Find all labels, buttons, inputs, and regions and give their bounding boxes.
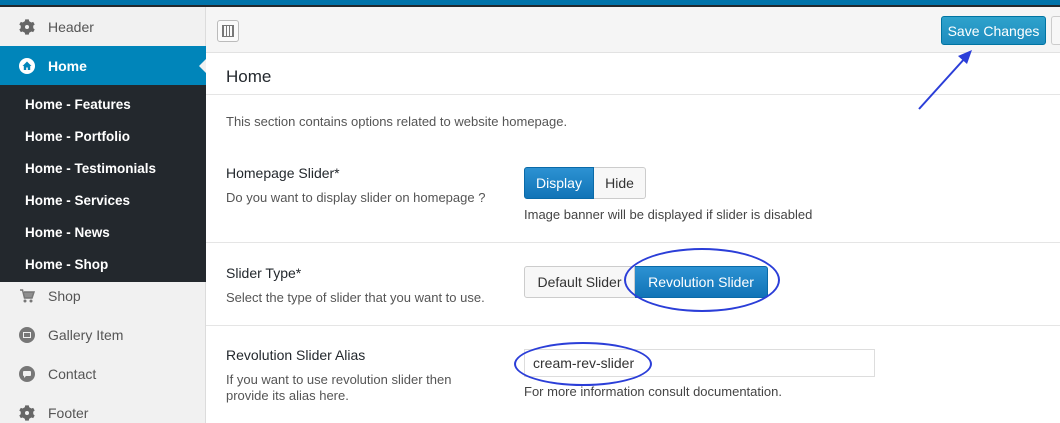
submenu-item-home-testimonials[interactable]: Home - Testimonials [0, 153, 206, 185]
sidebar-item-label: Contact [48, 365, 97, 382]
default-slider-button[interactable]: Default Slider [524, 266, 635, 298]
divider [206, 242, 1060, 243]
homepage-slider-help: Image banner will be displayed if slider… [524, 207, 813, 222]
sidebar-item-contact[interactable]: Contact [0, 354, 206, 393]
option-desc-homepage-slider: Do you want to display slider on homepag… [226, 190, 486, 205]
gear-icon [18, 404, 36, 422]
submenu-item-home-features[interactable]: Home - Features [0, 89, 206, 121]
sidebar-item-label: Gallery Item [48, 326, 124, 343]
sidebar-item-header[interactable]: Header [0, 7, 206, 46]
homepage-slider-toggle: Display Hide [524, 167, 646, 199]
sidebar-item-footer[interactable]: Footer [0, 393, 206, 423]
cart-icon [18, 287, 36, 305]
sidebar-item-shop[interactable]: Shop [0, 276, 206, 315]
home-icon [18, 57, 36, 75]
revolution-alias-help: For more information consult documentati… [524, 384, 782, 399]
submenu-item-home-portfolio[interactable]: Home - Portfolio [0, 121, 206, 153]
option-title-revolution-alias: Revolution Slider Alias [226, 347, 366, 363]
slider-type-toggle: Default Slider Revolution Slider [524, 266, 768, 298]
sidebar-item-label: Home [48, 57, 87, 74]
revolution-alias-input[interactable]: cream-rev-slider [524, 349, 875, 377]
divider [206, 325, 1060, 326]
option-desc-revolution-alias: If you want to use revolution slider the… [226, 372, 451, 404]
display-button[interactable]: Display [524, 167, 594, 199]
option-title-homepage-slider: Homepage Slider* [226, 165, 340, 181]
admin-top-bar [0, 0, 1060, 7]
desc-line: provide its alias here. [226, 388, 349, 403]
annotation-arrow-icon [918, 50, 972, 110]
revolution-slider-button[interactable]: Revolution Slider [635, 266, 768, 298]
gallery-icon [18, 326, 36, 344]
option-title-slider-type: Slider Type* [226, 265, 302, 281]
submenu-item-home-services[interactable]: Home - Services [0, 185, 206, 217]
sidebar-item-label: Header [48, 18, 94, 35]
submenu-item-home-news[interactable]: Home - News [0, 217, 206, 249]
sidebar-item-label: Footer [48, 404, 89, 421]
reset-button-edge[interactable] [1051, 16, 1060, 45]
section-title: Home [226, 67, 272, 86]
sidebar-item-gallery[interactable]: Gallery Item [0, 315, 206, 354]
home-submenu: Home - Features Home - Portfolio Home - … [0, 85, 206, 282]
expand-panel-icon[interactable] [217, 20, 239, 42]
section-description: This section contains options related to… [226, 114, 568, 129]
options-sidebar: Header Home Home - Features Home - Portf… [0, 7, 207, 423]
sidebar-item-label: Shop [48, 287, 81, 304]
desc-line: If you want to use revolution slider the… [226, 372, 452, 387]
gear-icon [18, 18, 36, 36]
hide-button[interactable]: Hide [594, 167, 646, 199]
sidebar-item-home[interactable]: Home [0, 46, 207, 85]
option-desc-slider-type: Select the type of slider that you want … [226, 290, 485, 305]
chat-icon [18, 365, 36, 383]
